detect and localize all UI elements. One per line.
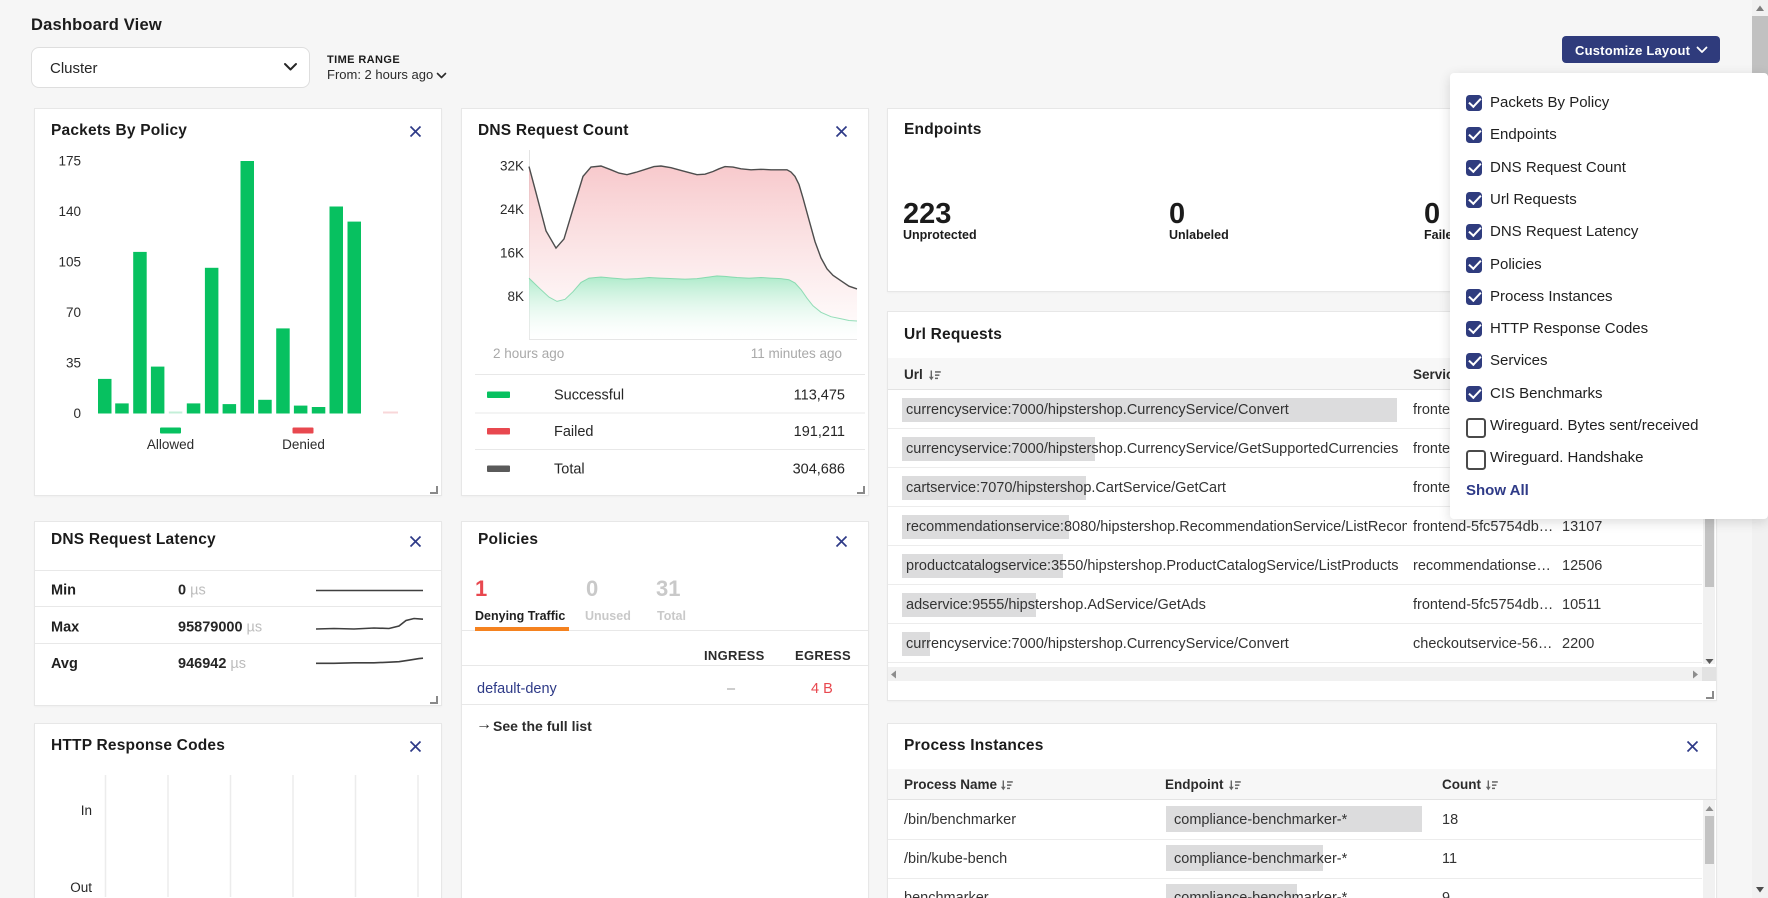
svg-text:Min: Min — [51, 583, 76, 599]
svg-text:175: 175 — [58, 154, 81, 169]
svg-text:191,211: 191,211 — [794, 424, 845, 440]
svg-text:Max: Max — [51, 620, 79, 636]
svg-text:0: 0 — [73, 406, 81, 421]
svg-text:95879000 µs: 95879000 µs — [178, 620, 262, 636]
svg-text:16K: 16K — [500, 246, 524, 261]
svg-text:8K: 8K — [507, 289, 524, 304]
svg-text:Failed: Failed — [554, 424, 594, 440]
svg-text:Allowed: Allowed — [147, 437, 194, 452]
svg-text:304,686: 304,686 — [793, 462, 845, 478]
svg-text:2 hours ago: 2 hours ago — [493, 346, 564, 361]
svg-text:24K: 24K — [500, 202, 524, 217]
svg-text:Out: Out — [70, 880, 92, 895]
svg-text:140: 140 — [58, 204, 81, 219]
svg-text:Successful: Successful — [554, 388, 624, 404]
svg-text:11 minutes ago: 11 minutes ago — [751, 346, 842, 361]
svg-text:113,475: 113,475 — [794, 388, 845, 404]
svg-text:32K: 32K — [500, 159, 524, 174]
svg-text:In: In — [81, 803, 92, 818]
svg-text:Total: Total — [554, 462, 585, 478]
svg-text:105: 105 — [58, 255, 81, 270]
svg-text:946942 µs: 946942 µs — [178, 656, 246, 672]
svg-text:Denied: Denied — [282, 437, 325, 452]
svg-text:35: 35 — [66, 356, 81, 371]
svg-text:70: 70 — [66, 305, 81, 320]
svg-text:Avg: Avg — [51, 656, 78, 672]
svg-text:0 µs: 0 µs — [178, 583, 206, 599]
